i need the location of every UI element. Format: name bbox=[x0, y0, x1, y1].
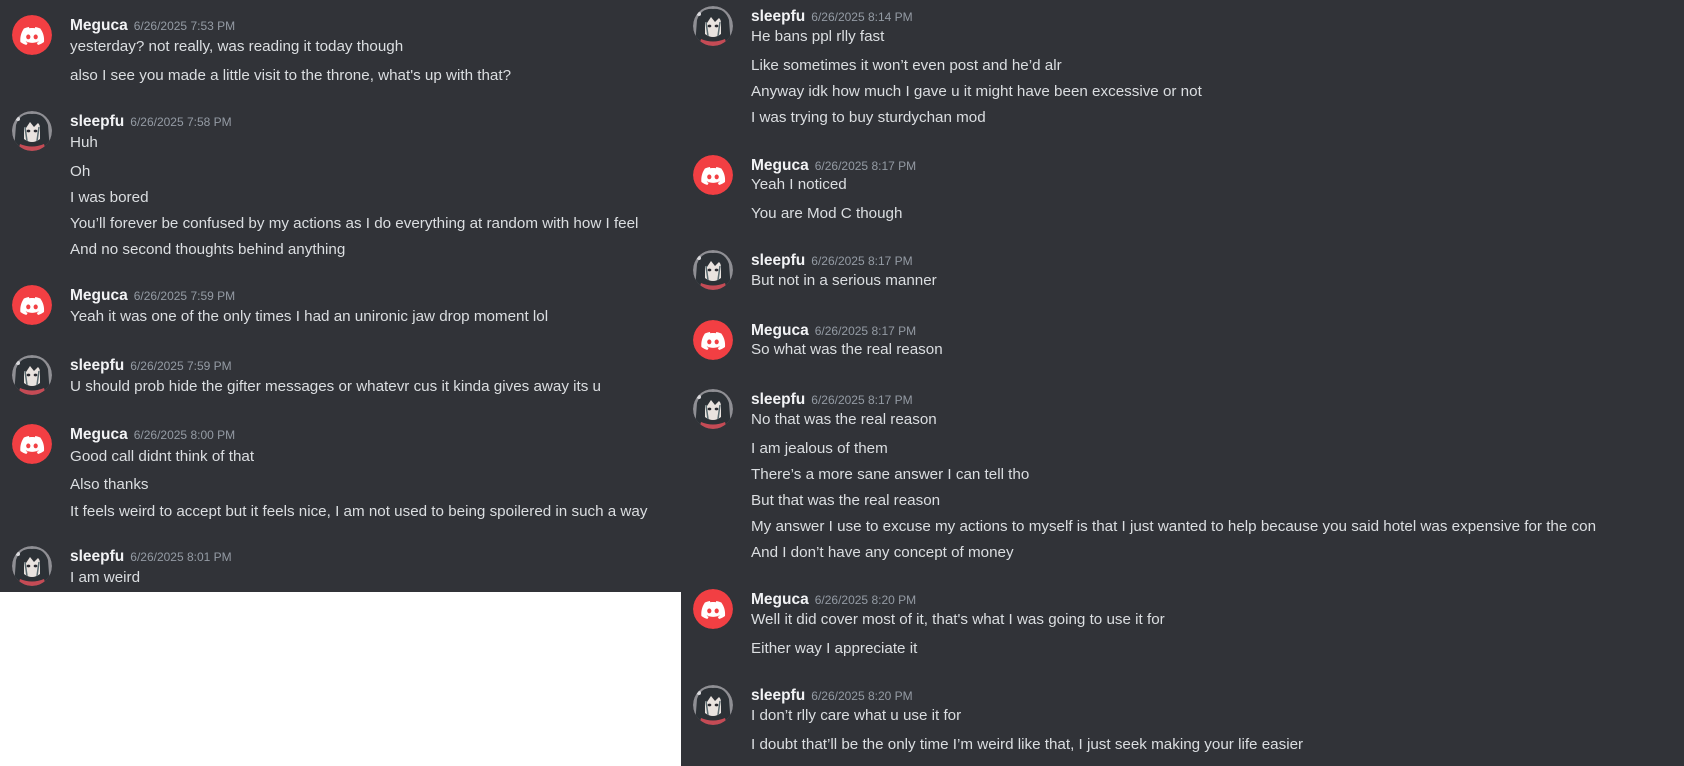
message-text: I doubt that’ll be the only time I’m wei… bbox=[751, 736, 1304, 753]
timestamp: 6/26/2025 8:17 PM bbox=[814, 324, 917, 338]
message-text: You are Mod C though bbox=[751, 205, 903, 222]
message-header: sleepfu 6/26/2025 8:17 PM bbox=[751, 389, 913, 411]
message-text: Good call didnt think of that bbox=[70, 448, 255, 465]
discord-logo-avatar[interactable] bbox=[12, 15, 52, 55]
chat-panel-right: sleepfu 6/26/2025 8:14 PM He bans ppl rlly… bbox=[681, 0, 1684, 766]
timestamp: 6/26/2025 8:20 PM bbox=[811, 689, 913, 703]
message-text: And no second thoughts behind anything bbox=[70, 241, 346, 258]
message-text: Like sometimes it won’t even post and he… bbox=[751, 57, 1062, 74]
message-header: sleepfu 6/26/2025 7:59 PM bbox=[70, 355, 232, 377]
message-text: Yeah I noticed bbox=[751, 176, 847, 193]
message-header: sleepfu 6/26/2025 8:17 PM bbox=[751, 250, 913, 272]
message-text: But not in a serious manner bbox=[751, 272, 937, 289]
message-text: There’s a more sane answer I can tell th… bbox=[751, 466, 1030, 483]
username[interactable]: sleepfu bbox=[751, 252, 805, 269]
message-text: My answer I use to excuse my actions to … bbox=[751, 518, 1597, 535]
message-text: I was bored bbox=[70, 189, 149, 206]
timestamp: 6/26/2025 7:59 PM bbox=[130, 359, 232, 373]
message-text: Anyway idk how much I gave u it might ha… bbox=[751, 83, 1202, 100]
message-text: He bans ppl rlly fast bbox=[751, 28, 885, 45]
message-text: yesterday? not really, was reading it to… bbox=[70, 38, 404, 55]
username[interactable]: sleepfu bbox=[751, 391, 805, 408]
sleepfu-avatar[interactable] bbox=[12, 546, 52, 586]
message-header: Meguca 6/26/2025 8:00 PM bbox=[70, 424, 235, 446]
sleepfu-avatar[interactable] bbox=[693, 389, 733, 429]
timestamp: 6/26/2025 7:53 PM bbox=[133, 19, 236, 33]
message-header: Meguca 6/26/2025 8:20 PM bbox=[751, 589, 916, 611]
discord-logo-avatar[interactable] bbox=[693, 589, 733, 629]
message-header: sleepfu 6/26/2025 8:01 PM bbox=[70, 546, 232, 568]
message-header: Meguca 6/26/2025 8:17 PM bbox=[751, 320, 916, 342]
username[interactable]: Meguca bbox=[751, 322, 809, 339]
discord-logo-avatar[interactable] bbox=[12, 424, 52, 464]
timestamp: 6/26/2025 8:01 PM bbox=[130, 550, 232, 564]
message-header: Meguca 6/26/2025 7:53 PM bbox=[70, 15, 235, 37]
chat-panel-left: Meguca 6/26/2025 7:53 PM yesterday? not re… bbox=[0, 0, 681, 592]
message-header: sleepfu 6/26/2025 8:20 PM bbox=[751, 685, 913, 707]
message-text: You’ll forever be confused by my actions… bbox=[70, 215, 639, 232]
username[interactable]: Meguca bbox=[751, 591, 809, 608]
message-header: Meguca 6/26/2025 8:17 PM bbox=[751, 155, 916, 177]
message-text: Huh bbox=[70, 134, 98, 151]
message-header: sleepfu 6/26/2025 8:14 PM bbox=[751, 6, 913, 28]
message-text: Either way I appreciate it bbox=[751, 640, 918, 657]
message-text: I was trying to buy sturdychan mod bbox=[751, 109, 986, 126]
sleepfu-avatar[interactable] bbox=[693, 250, 733, 290]
timestamp: 6/26/2025 8:17 PM bbox=[811, 254, 913, 268]
timestamp: 6/26/2025 8:14 PM bbox=[811, 10, 913, 24]
message-text: Yeah it was one of the only times I had … bbox=[70, 308, 549, 325]
message-text: So what was the real reason bbox=[751, 341, 943, 358]
timestamp: 6/26/2025 8:17 PM bbox=[814, 159, 917, 173]
username[interactable]: sleepfu bbox=[70, 548, 124, 565]
sleepfu-avatar[interactable] bbox=[12, 111, 52, 151]
sleepfu-avatar[interactable] bbox=[693, 6, 733, 46]
message-text: I don’t rlly care what u use it for bbox=[751, 707, 962, 724]
message-text: also I see you made a little visit to th… bbox=[70, 67, 512, 84]
message-text: Also thanks bbox=[70, 476, 149, 493]
timestamp: 6/26/2025 8:00 PM bbox=[133, 428, 236, 442]
message-text: Well it did cover most of it, that's wha… bbox=[751, 611, 1165, 628]
message-text: No that was the real reason bbox=[751, 411, 937, 428]
sleepfu-avatar[interactable] bbox=[12, 355, 52, 395]
message-text: I am jealous of them bbox=[751, 440, 888, 457]
message-text: Oh bbox=[70, 163, 91, 180]
username[interactable]: Meguca bbox=[751, 157, 809, 174]
timestamp: 6/26/2025 7:59 PM bbox=[133, 289, 236, 303]
message-text: And I don’t have any concept of money bbox=[751, 544, 1014, 561]
message-header: Meguca 6/26/2025 7:59 PM bbox=[70, 285, 235, 307]
username[interactable]: sleepfu bbox=[70, 113, 124, 130]
discord-logo-avatar[interactable] bbox=[693, 320, 733, 360]
message-text: U should prob hide the gifter messages o… bbox=[70, 378, 601, 395]
username[interactable]: Meguca bbox=[70, 287, 128, 304]
username[interactable]: Meguca bbox=[70, 426, 128, 443]
sleepfu-avatar[interactable] bbox=[693, 685, 733, 725]
username[interactable]: Meguca bbox=[70, 17, 128, 34]
timestamp: 6/26/2025 8:20 PM bbox=[814, 593, 917, 607]
discord-logo-avatar[interactable] bbox=[693, 155, 733, 195]
username[interactable]: sleepfu bbox=[70, 357, 124, 374]
message-text: But that was the real reason bbox=[751, 492, 941, 509]
message-text: It feels weird to accept but it feels ni… bbox=[70, 503, 648, 520]
message-text: I am weird bbox=[70, 569, 141, 586]
username[interactable]: sleepfu bbox=[751, 8, 805, 25]
timestamp: 6/26/2025 8:17 PM bbox=[811, 393, 913, 407]
message-header: sleepfu 6/26/2025 7:58 PM bbox=[70, 111, 232, 133]
discord-logo-avatar[interactable] bbox=[12, 285, 52, 325]
timestamp: 6/26/2025 7:58 PM bbox=[130, 115, 232, 129]
username[interactable]: sleepfu bbox=[751, 687, 805, 704]
